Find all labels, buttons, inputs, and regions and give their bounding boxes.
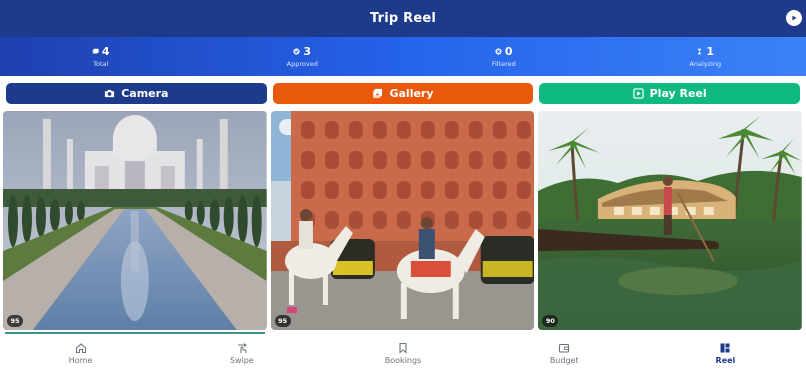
home-icon — [75, 342, 86, 353]
nav-item-budget[interactable]: Budget — [484, 337, 645, 369]
stat-approved: 3 Approved — [202, 37, 404, 76]
stat-analyzing-value: 1 — [706, 45, 715, 58]
nav-label-budget: Budget — [549, 355, 579, 365]
nav-label-swipe: Swipe — [229, 355, 254, 365]
stat-total-label: Total — [93, 60, 109, 68]
gallery-button[interactable]: Gallery — [272, 83, 534, 104]
photo-score-badge: 95 — [274, 315, 291, 327]
stat-approved-label: Approved — [286, 60, 318, 68]
play-reel-button-label: Play Reel — [649, 87, 707, 100]
action-bar: Camera Gallery Play Reel — [6, 83, 801, 104]
stats-bar: 4 Total 3 Approved 0 Filtered 1 Analyzin… — [0, 37, 806, 76]
play-icon[interactable] — [786, 10, 802, 26]
play-square-icon — [632, 88, 644, 99]
wallet-icon — [559, 343, 570, 353]
stat-total-value: 4 — [101, 45, 110, 58]
hourglass-icon — [698, 48, 702, 55]
play-reel-button[interactable]: Play Reel — [539, 83, 801, 104]
gallery-button-label: Gallery — [389, 87, 434, 100]
hawa-mahal-photo — [270, 111, 535, 330]
nav-item-bookings[interactable]: Bookings — [322, 337, 483, 369]
stat-filtered-value: 0 — [504, 45, 513, 58]
photo-grid: 95 95 90 — [3, 111, 803, 330]
nav-label-home: Home — [68, 355, 93, 365]
camera-button-label: Camera — [121, 87, 169, 100]
bookmark-icon — [399, 342, 407, 354]
stat-total: 4 Total — [0, 37, 202, 76]
app-header: Trip Reel — [0, 0, 806, 37]
stat-filtered-label: Filtered — [491, 60, 516, 68]
stat-approved-value: 3 — [303, 45, 312, 58]
photo-card-taj-mahal[interactable]: 95 — [3, 111, 267, 330]
x-circle-icon — [495, 48, 502, 55]
nav-label-bookings: Bookings — [384, 355, 422, 365]
gallery-icon — [373, 88, 383, 99]
camera-icon — [105, 89, 115, 98]
stat-analyzing: 1 Analyzing — [605, 37, 806, 76]
nav-label-reel: Reel — [715, 355, 736, 365]
stat-analyzing-label: Analyzing — [689, 60, 722, 68]
scroll-indicator — [5, 332, 265, 334]
stat-filtered: 0 Filtered — [403, 37, 605, 76]
photo-score-badge: 90 — [542, 315, 559, 327]
taj-mahal-photo — [3, 111, 267, 330]
bottom-nav: Home Swipe Bookings Budget Reel — [0, 337, 806, 369]
nav-item-reel[interactable]: Reel — [645, 337, 806, 369]
camera-button[interactable]: Camera — [6, 83, 267, 104]
photo-card-hawa-mahal[interactable]: 95 — [270, 111, 535, 330]
photo-score-badge: 95 — [7, 315, 23, 327]
reel-icon — [720, 343, 730, 352]
page-title: Trip Reel — [369, 11, 437, 26]
backwaters-photo — [538, 111, 803, 330]
app-root: Trip Reel 4 Total 3 Approved 0 Filtered — [0, 0, 806, 369]
swipe-icon — [237, 342, 247, 353]
nav-item-home[interactable]: Home — [0, 337, 161, 369]
photo-card-backwaters[interactable]: 90 — [538, 111, 803, 330]
check-circle-icon — [293, 48, 301, 55]
photos-icon — [92, 48, 99, 54]
nav-item-swipe[interactable]: Swipe — [161, 337, 322, 369]
